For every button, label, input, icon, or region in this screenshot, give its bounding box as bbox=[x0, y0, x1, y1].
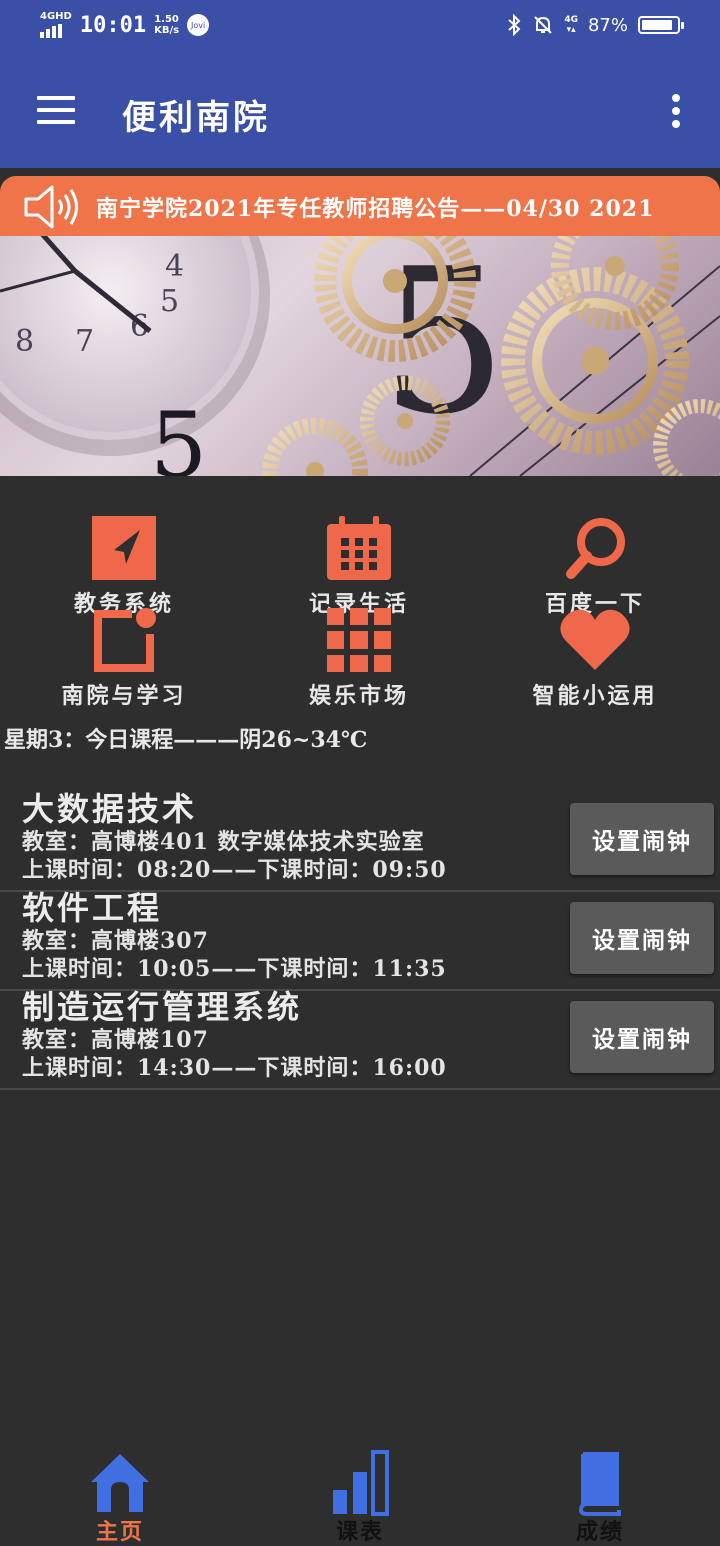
today-summary: 星期3：今日课程———阴26~34℃ bbox=[4, 727, 368, 753]
network-type-icon: 4G ▾▴ bbox=[564, 15, 578, 35]
grid-item-label: 娱乐市场 bbox=[308, 683, 409, 709]
grid-item-study[interactable]: 南院与学习 bbox=[24, 608, 224, 710]
set-alarm-button[interactable]: 设置闹钟 bbox=[570, 1001, 714, 1073]
course-item: 大数据技术 教室：高博楼401 数字媒体技术实验室 上课时间：08:20——下课… bbox=[0, 790, 720, 892]
grid-item-label: 南院与学习 bbox=[61, 683, 187, 709]
status-bar: 4GHD 10:01 1.50 KB/s Jovi 4G ▾▴ 87% bbox=[0, 0, 720, 56]
nav-tab-home[interactable]: 主页 bbox=[40, 1448, 200, 1546]
bottom-navigation: 主页 课表 成绩 bbox=[0, 1440, 720, 1546]
network-speed-unit: KB/s bbox=[154, 25, 180, 36]
grid-item-entertainment[interactable]: 娱乐市场 bbox=[259, 608, 459, 710]
heart-icon bbox=[560, 609, 630, 670]
more-options-icon[interactable] bbox=[672, 94, 682, 133]
svg-text:4: 4 bbox=[165, 249, 184, 284]
grid-item-baidu-search[interactable]: 百度一下 bbox=[495, 516, 695, 618]
announcement-text: 南宁学院2021年专任教师招聘公告——04/30 2021 bbox=[96, 196, 655, 222]
bar-chart-icon bbox=[333, 1450, 389, 1516]
signal-indicator: 4GHD bbox=[40, 12, 72, 38]
grid-item-record-life[interactable]: 记录生活 bbox=[259, 516, 459, 618]
nav-tab-schedule[interactable]: 课表 bbox=[280, 1448, 440, 1546]
nav-tab-grades[interactable]: 成绩 bbox=[520, 1448, 680, 1546]
speaker-icon bbox=[24, 185, 78, 229]
signal-bars-icon bbox=[40, 24, 72, 38]
svg-text:7: 7 bbox=[75, 324, 94, 359]
bluetooth-icon bbox=[508, 14, 521, 36]
course-item: 制造运行管理系统 教室：高博楼107 上课时间：14:30——下课时间：16:0… bbox=[0, 988, 720, 1090]
app-title: 便利南院 bbox=[122, 98, 270, 138]
nav-tab-label: 主页 bbox=[95, 1519, 144, 1545]
jovi-icon: Jovi bbox=[187, 14, 210, 36]
calendar-icon bbox=[327, 516, 391, 580]
nav-tab-label: 成绩 bbox=[575, 1519, 624, 1545]
set-alarm-button[interactable]: 设置闹钟 bbox=[570, 803, 714, 875]
course-item: 软件工程 教室：高博楼307 上课时间：10:05——下课时间：11:35 设置… bbox=[0, 889, 720, 991]
menu-icon[interactable] bbox=[37, 96, 75, 124]
clock-gears-illustration: 45678 5 5 bbox=[0, 236, 720, 476]
svg-text:5: 5 bbox=[150, 393, 207, 476]
navigation-arrow-icon bbox=[92, 516, 156, 580]
battery-fill bbox=[642, 20, 672, 30]
grid-item-label: 智能小运用 bbox=[532, 683, 658, 709]
book-icon bbox=[578, 1452, 621, 1516]
network-type-label: 4G bbox=[564, 15, 578, 25]
nav-tab-label: 课表 bbox=[335, 1519, 384, 1545]
network-speed: 1.50 KB/s bbox=[154, 14, 179, 36]
clock: 10:01 bbox=[79, 12, 147, 38]
battery-percent: 87% bbox=[587, 14, 628, 36]
network-speed-value: 1.50 bbox=[154, 14, 179, 25]
battery-icon bbox=[638, 16, 684, 34]
app-bar: 便利南院 bbox=[0, 56, 720, 168]
grid-item-academic-system[interactable]: 教务系统 bbox=[24, 516, 224, 618]
grid-item-smart-apps[interactable]: 智能小运用 bbox=[495, 608, 695, 710]
mute-bell-icon bbox=[534, 16, 553, 34]
svg-text:8: 8 bbox=[15, 324, 34, 359]
notification-square-icon bbox=[94, 608, 156, 672]
set-alarm-button[interactable]: 设置闹钟 bbox=[570, 902, 714, 974]
banner-image[interactable]: 45678 5 5 bbox=[0, 236, 720, 476]
announcement-ticker[interactable]: 南宁学院2021年专任教师招聘公告——04/30 2021 bbox=[0, 176, 720, 236]
magnifier-icon bbox=[566, 518, 625, 579]
signal-label: 4GHD bbox=[40, 11, 72, 22]
svg-text:5: 5 bbox=[160, 284, 179, 319]
course-time: 上课时间：10:05——下课时间：11:35 bbox=[22, 956, 447, 982]
course-time: 上课时间：08:20——下课时间：09:50 bbox=[22, 857, 447, 883]
apps-grid-icon bbox=[327, 608, 391, 672]
home-icon bbox=[91, 1454, 149, 1512]
course-time: 上课时间：14:30——下课时间：16:00 bbox=[22, 1055, 447, 1081]
